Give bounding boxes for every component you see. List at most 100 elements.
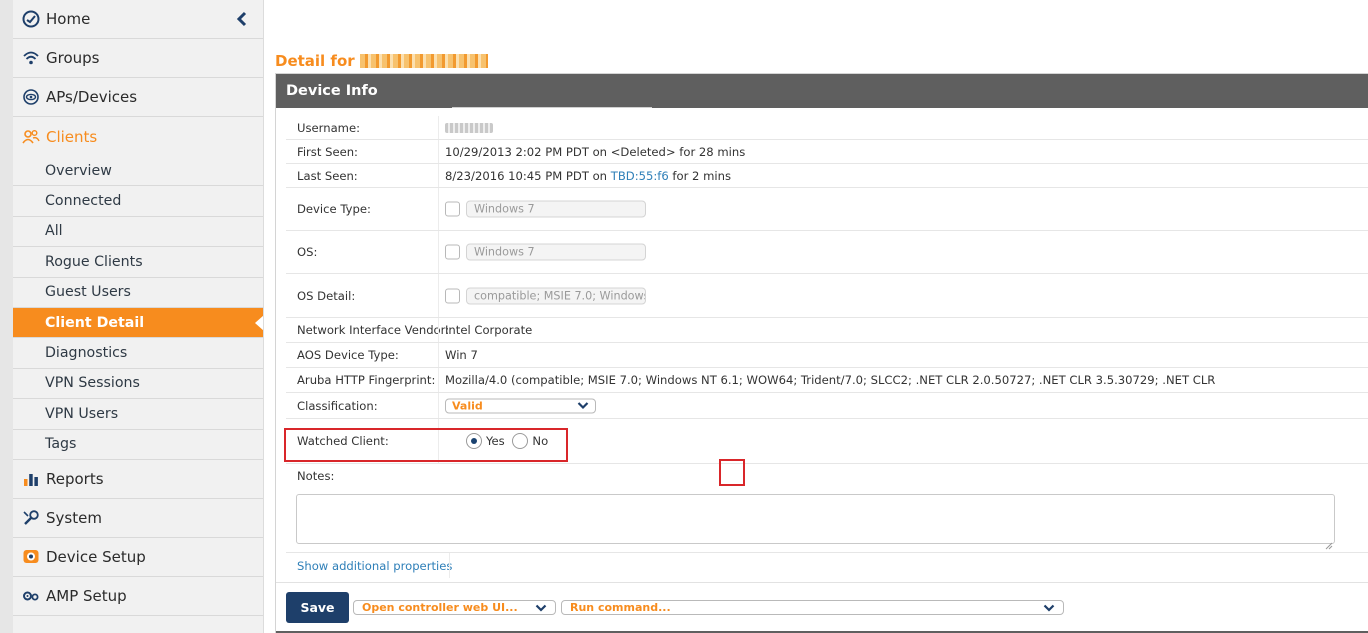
access-point-icon: [21, 87, 41, 107]
run-command-label: Run command...: [570, 601, 671, 614]
first-seen-label: First Seen:: [297, 145, 358, 159]
row-aos-device-type: AOS Device Type: Win 7: [286, 343, 1368, 368]
http-fingerprint-label: Aruba HTTP Fingerprint:: [297, 373, 435, 387]
row-last-seen: Last Seen: 8/23/2016 10:45 PM PDT on TBD…: [286, 164, 1368, 188]
device-setup-icon: [21, 547, 41, 567]
aos-device-type-label: AOS Device Type:: [297, 348, 399, 362]
row-os: OS: Windows 7: [286, 231, 1368, 274]
os-detail-label: OS Detail:: [297, 289, 355, 303]
home-icon: [21, 9, 41, 29]
page-title: Detail for: [275, 52, 488, 70]
last-seen-ap-link[interactable]: TBD:55:f6: [611, 169, 669, 183]
classification-selected: Valid: [452, 399, 483, 412]
os-override-checkbox[interactable]: [445, 245, 460, 260]
row-http-fingerprint: Aruba HTTP Fingerprint: Mozilla/4.0 (com…: [286, 368, 1368, 393]
sidebar: Home Groups APs/Devices Clients Overview: [13, 0, 264, 633]
nav-home-label: Home: [46, 10, 90, 28]
notes-textarea[interactable]: [296, 494, 1335, 544]
panel-header: Device Info: [276, 74, 1368, 108]
os-label: OS:: [297, 245, 317, 259]
last-seen-value: 8/23/2016 10:45 PM PDT on TBD:55:f6 for …: [445, 169, 731, 183]
sidebar-item-overview[interactable]: Overview: [13, 156, 263, 186]
device-type-override-checkbox[interactable]: [445, 202, 460, 217]
last-seen-time: 8/23/2016 10:45 PM PDT on: [445, 169, 607, 183]
aos-device-type-value: Win 7: [445, 348, 478, 362]
chevron-down-icon: [535, 603, 547, 613]
nav-clients[interactable]: Clients: [13, 117, 263, 156]
row-device-type: Device Type: Windows 7: [286, 188, 1368, 231]
nav-reports[interactable]: Reports: [13, 460, 263, 499]
notes-label: Notes:: [297, 469, 334, 483]
classification-value: Valid: [445, 398, 596, 413]
sidebar-item-guest-users[interactable]: Guest Users: [13, 278, 263, 308]
os-field: Windows 7: [466, 244, 646, 261]
bar-chart-icon: [21, 469, 41, 489]
redacted-username: [445, 123, 493, 133]
nav-groups-label: Groups: [46, 49, 99, 67]
classification-select[interactable]: Valid: [445, 398, 596, 413]
collapse-sidebar-icon[interactable]: [235, 10, 249, 28]
main-content: Detail for Device Info Username: First S…: [264, 0, 1368, 633]
nav-reports-label: Reports: [46, 470, 104, 488]
os-detail-value: compatible; MSIE 7.0; Windows N: [445, 287, 646, 304]
nav-clients-label: Clients: [46, 128, 97, 146]
nav-system[interactable]: System: [13, 499, 263, 538]
last-seen-label: Last Seen:: [297, 169, 358, 183]
first-seen-value: 10/29/2013 2:02 PM PDT on <Deleted> for …: [445, 145, 745, 159]
sidebar-item-rogue-clients[interactable]: Rogue Clients: [13, 247, 263, 277]
open-controller-label: Open controller web UI...: [362, 601, 518, 614]
show-additional-properties-link[interactable]: Show additional properties: [297, 559, 452, 573]
nav-system-label: System: [46, 509, 102, 527]
row-classification: Classification: Valid: [286, 393, 1368, 419]
panel-footer: Save Open controller web UI... Run comma…: [276, 582, 1368, 633]
row-os-detail: OS Detail: compatible; MSIE 7.0; Windows…: [286, 274, 1368, 318]
sidebar-item-client-detail[interactable]: Client Detail: [13, 308, 263, 338]
run-command-dropdown[interactable]: Run command...: [561, 600, 1064, 615]
username-label: Username:: [297, 121, 360, 135]
gears-icon: [21, 586, 41, 606]
row-first-seen: First Seen: 10/29/2013 2:02 PM PDT on <D…: [286, 140, 1368, 164]
divider: [452, 107, 652, 108]
row-vendor: Network Interface Vendor: Intel Corporat…: [286, 318, 1368, 343]
device-info-panel: Device Info Username: First Seen: 10/29/…: [275, 73, 1368, 633]
left-strip: [0, 0, 13, 633]
panel-title: Device Info: [286, 83, 378, 99]
os-value: Windows 7: [445, 244, 646, 261]
classification-label: Classification:: [297, 399, 378, 413]
clients-submenu: Overview Connected All Rogue Clients Gue…: [13, 156, 263, 460]
chevron-down-icon: [1043, 603, 1055, 613]
sidebar-item-diagnostics[interactable]: Diagnostics: [13, 338, 263, 368]
http-fingerprint-value: Mozilla/4.0 (compatible; MSIE 7.0; Windo…: [445, 373, 1215, 387]
nav-aps-devices[interactable]: APs/Devices: [13, 78, 263, 117]
nav-aps-devices-label: APs/Devices: [46, 88, 137, 106]
chevron-down-icon: [577, 401, 589, 411]
nav-home[interactable]: Home: [13, 0, 263, 39]
os-detail-override-checkbox[interactable]: [445, 288, 460, 303]
vendor-label: Network Interface Vendor:: [297, 323, 449, 337]
open-controller-dropdown[interactable]: Open controller web UI...: [353, 600, 556, 615]
app-window: Home Groups APs/Devices Clients Overview: [0, 0, 1368, 633]
nav-device-setup[interactable]: Device Setup: [13, 538, 263, 577]
row-notes: Notes:: [286, 464, 1368, 488]
nav-device-setup-label: Device Setup: [46, 548, 146, 566]
sidebar-item-tags[interactable]: Tags: [13, 430, 263, 460]
sidebar-item-connected[interactable]: Connected: [13, 186, 263, 216]
device-type-field: Windows 7: [466, 201, 646, 218]
users-icon: [21, 127, 41, 147]
wrench-icon: [21, 508, 41, 528]
row-username: Username:: [286, 116, 1368, 140]
resize-handle-icon[interactable]: [1325, 535, 1333, 543]
wifi-icon: [21, 48, 41, 68]
highlight-watched-client: [284, 428, 568, 462]
sidebar-item-vpn-users[interactable]: VPN Users: [13, 399, 263, 429]
row-show-additional: Show additional properties: [286, 552, 1368, 578]
username-value: [445, 121, 493, 135]
sidebar-item-vpn-sessions[interactable]: VPN Sessions: [13, 369, 263, 399]
save-button[interactable]: Save: [286, 592, 349, 623]
last-seen-duration: for 2 mins: [672, 169, 731, 183]
sidebar-item-all[interactable]: All: [13, 217, 263, 247]
nav-amp-setup[interactable]: AMP Setup: [13, 577, 263, 616]
device-type-label: Device Type:: [297, 202, 371, 216]
nav-groups[interactable]: Groups: [13, 39, 263, 78]
nav-amp-setup-label: AMP Setup: [46, 587, 127, 605]
